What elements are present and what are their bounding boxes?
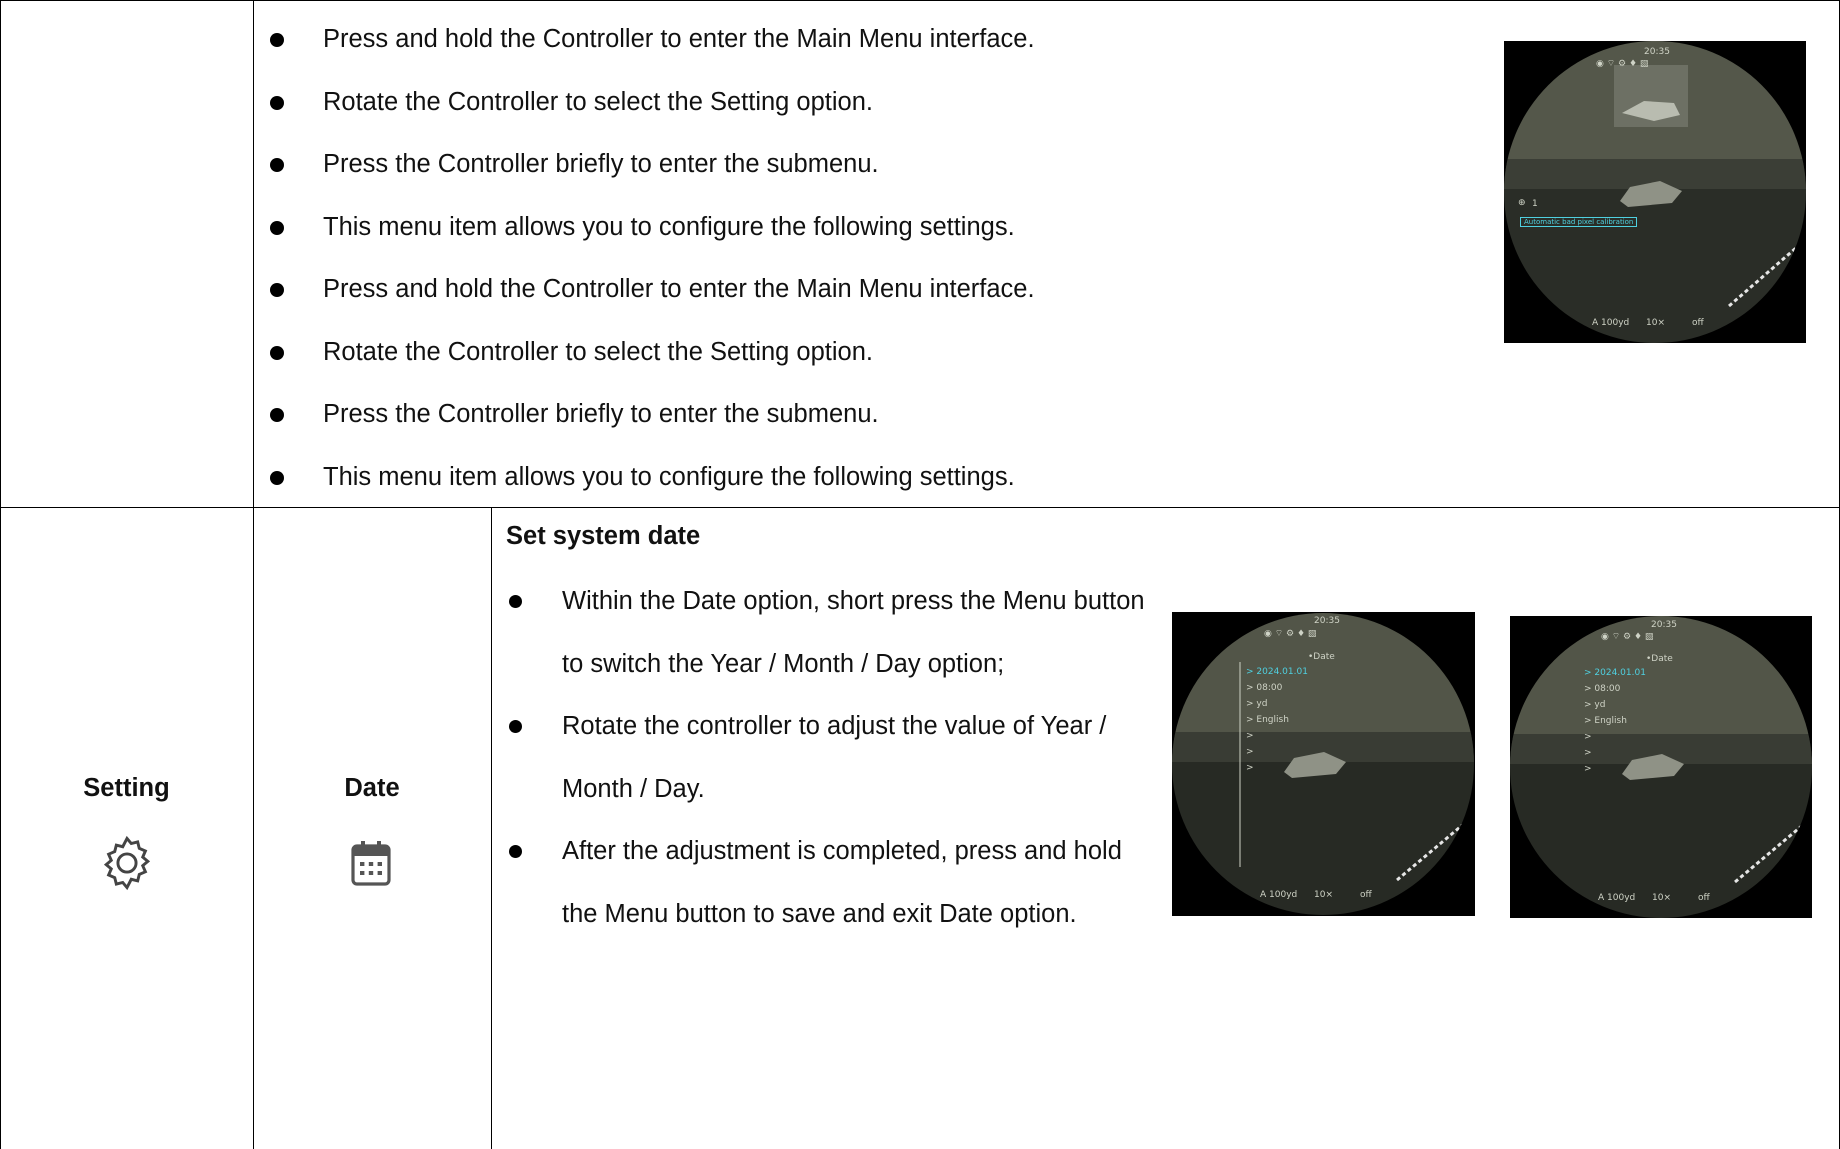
- osd-status-icons: ◉ ⌔ ⚙ ♦ ▧: [1596, 59, 1649, 69]
- menu-item-unit: > yd: [1246, 699, 1268, 709]
- table-border-left: [0, 0, 1, 1149]
- menu-item-unit: > yd: [1584, 700, 1606, 710]
- osd-footer-zoom: 10×: [1646, 318, 1665, 328]
- scope-screenshot-date-b: 20:35 ◉ ⌔ ⚙ ♦ ▧ •Date > 2024.01.01 > 08:…: [1510, 616, 1812, 918]
- osd-footer-zoom: 10×: [1652, 893, 1671, 903]
- setting-label: Setting: [83, 774, 170, 802]
- section-heading: Set system date: [506, 522, 701, 550]
- list-item: Rotate the Controller to select the Sett…: [268, 77, 1035, 140]
- osd-zero-index: 1: [1532, 199, 1538, 209]
- osd-footer-range: A 100yd: [1260, 890, 1298, 900]
- menu-title: •Date: [1646, 654, 1673, 664]
- crosshair-icon: ⊕: [1518, 198, 1526, 208]
- list-item: Press the Controller briefly to enter th…: [268, 139, 1035, 202]
- date-instruction-list: Within the Date option, short press the …: [506, 570, 1152, 945]
- list-item: After the adjustment is completed, press…: [506, 820, 1152, 945]
- osd-footer-range: A 100yd: [1598, 893, 1636, 903]
- instruction-list: Press and hold the Controller to enter t…: [268, 14, 1035, 514]
- menu-item-language: > English: [1584, 716, 1627, 726]
- osd-status-icons: ◉ ⌔ ⚙ ♦ ▧: [1264, 629, 1317, 639]
- table-border-top: [0, 0, 1840, 1]
- osd-time: 20:35: [1644, 47, 1670, 57]
- osd-footer-status: off: [1698, 893, 1710, 903]
- table-border-col1: [253, 0, 254, 1149]
- list-item: This menu item allows you to configure t…: [268, 202, 1035, 265]
- osd-footer-range: A 100yd: [1592, 318, 1630, 328]
- menu-item: >: [1246, 763, 1254, 773]
- menu-item-time: > 08:00: [1584, 684, 1621, 694]
- menu-item-language: > English: [1246, 715, 1289, 725]
- list-item: Press the Controller briefly to enter th…: [268, 389, 1035, 452]
- date-label: Date: [344, 774, 400, 802]
- menu-item: >: [1584, 732, 1592, 742]
- list-item: This menu item allows you to configure t…: [268, 452, 1035, 515]
- menu-item: >: [1246, 747, 1254, 757]
- calibration-message: Automatic bad pixel calibration: [1520, 217, 1638, 227]
- list-item: Rotate the Controller to select the Sett…: [268, 327, 1035, 390]
- menu-item: >: [1584, 764, 1592, 774]
- menu-title: •Date: [1308, 652, 1335, 662]
- table-border-col2: [491, 507, 492, 1149]
- osd-time: 20:35: [1651, 620, 1677, 630]
- osd-footer-zoom: 10×: [1314, 890, 1333, 900]
- scope-view: [1504, 41, 1806, 343]
- osd-footer-status: off: [1360, 890, 1372, 900]
- osd-status-icons: ◉ ⌔ ⚙ ♦ ▧: [1601, 632, 1654, 642]
- scope-screenshot-main: 20:35 ◉ ⌔ ⚙ ♦ ▧ 1 ⊕ Automatic bad pixel …: [1504, 41, 1806, 343]
- menu-item: >: [1584, 748, 1592, 758]
- menu-item-time: > 08:00: [1246, 683, 1283, 693]
- osd-time: 20:35: [1314, 616, 1340, 626]
- menu-item-date: > 2024.01.01: [1246, 667, 1308, 677]
- calendar-icon: [351, 841, 391, 886]
- menu-item: >: [1246, 731, 1254, 741]
- osd-footer-status: off: [1692, 318, 1704, 328]
- gear-icon: [103, 835, 151, 891]
- scope-screenshot-date-a: 20:35 ◉ ⌔ ⚙ ♦ ▧ •Date > 2024.01.01 > 08:…: [1172, 612, 1475, 916]
- list-item: Press and hold the Controller to enter t…: [268, 14, 1035, 77]
- list-item: Press and hold the Controller to enter t…: [268, 264, 1035, 327]
- list-item: Rotate the controller to adjust the valu…: [506, 695, 1152, 820]
- list-item: Within the Date option, short press the …: [506, 570, 1152, 695]
- menu-item-date: > 2024.01.01: [1584, 668, 1646, 678]
